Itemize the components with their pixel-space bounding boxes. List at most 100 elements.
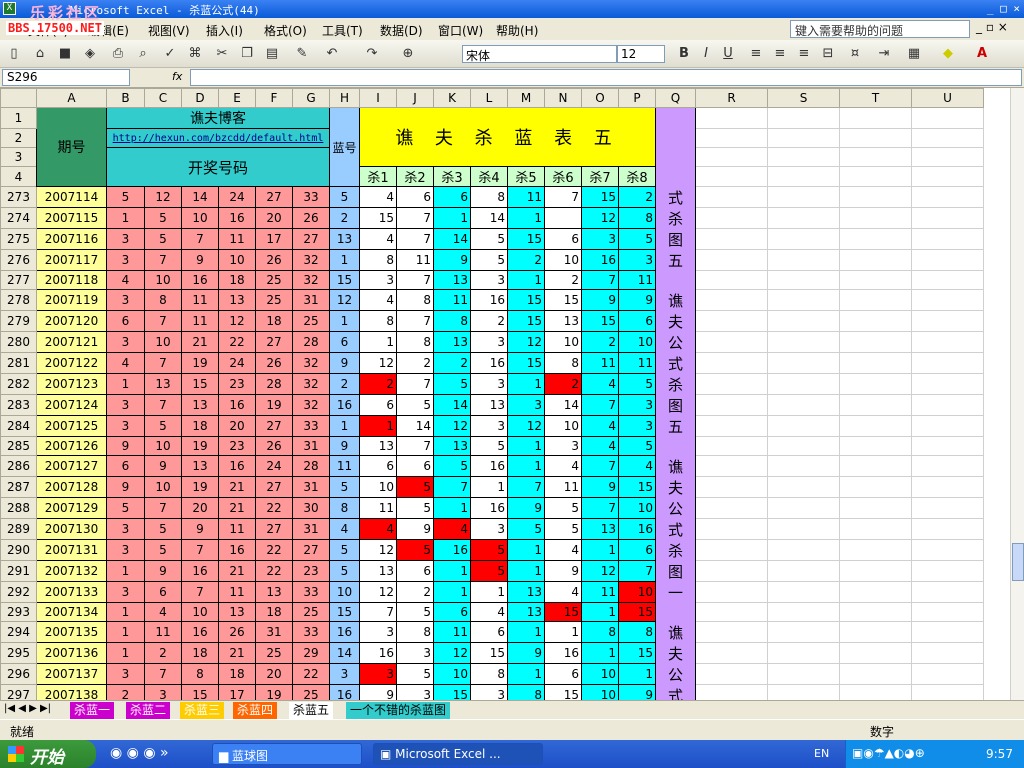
name-box[interactable]: S296 [2, 69, 130, 86]
red-ball-cell[interactable]: 25 [292, 602, 330, 622]
spell-icon[interactable]: ✓ [160, 44, 180, 64]
blue-ball-cell[interactable]: 15 [329, 270, 360, 290]
kill-cell[interactable]: 7 [396, 207, 434, 229]
new-icon[interactable]: ▯ [4, 44, 24, 64]
period-cell[interactable]: 2007118 [36, 270, 107, 290]
kill-cell[interactable]: 6 [433, 602, 471, 622]
kill-cell[interactable]: 2 [618, 186, 656, 208]
row-number[interactable]: 286 [0, 455, 37, 477]
red-ball-cell[interactable]: 2 [144, 642, 182, 664]
kill-cell[interactable]: 16 [544, 642, 582, 664]
kill-cell[interactable]: 9 [507, 497, 545, 519]
kill-cell[interactable]: 12 [359, 581, 397, 603]
kill-cell[interactable]: 10 [359, 476, 397, 498]
kill-cell[interactable]: 8 [433, 310, 471, 332]
empty-cell[interactable] [695, 270, 768, 290]
kill-cell[interactable]: 4 [359, 289, 397, 311]
formula-input[interactable] [190, 69, 1022, 86]
red-ball-cell[interactable]: 10 [181, 207, 219, 229]
kill-cell[interactable]: 7 [433, 476, 471, 498]
kill-cell[interactable]: 1 [507, 560, 545, 582]
period-cell[interactable]: 2007126 [36, 436, 107, 456]
red-ball-cell[interactable]: 9 [144, 560, 182, 582]
kill-cell[interactable]: 3 [470, 331, 508, 353]
kill-cell[interactable]: 3 [470, 415, 508, 437]
row-number[interactable]: 287 [0, 476, 37, 498]
row-number[interactable]: 278 [0, 289, 37, 311]
red-ball-cell[interactable]: 2 [106, 684, 145, 700]
kill-cell[interactable]: 8 [396, 289, 434, 311]
kill-cell[interactable]: 5 [396, 663, 434, 685]
red-ball-cell[interactable]: 32 [292, 249, 330, 271]
red-ball-cell[interactable]: 7 [181, 228, 219, 250]
red-ball-cell[interactable]: 3 [106, 394, 145, 416]
red-ball-cell[interactable]: 3 [106, 415, 145, 437]
kill-cell[interactable]: 15 [618, 476, 656, 498]
period-cell[interactable]: 2007138 [36, 684, 107, 700]
red-ball-cell[interactable]: 22 [292, 663, 330, 685]
kill-cell[interactable]: 15 [544, 602, 582, 622]
empty-cell[interactable] [911, 518, 984, 540]
blue-ball-cell[interactable]: 6 [329, 331, 360, 353]
kill-cell[interactable]: 3 [618, 394, 656, 416]
column-header[interactable]: Q [655, 88, 696, 108]
blue-ball-cell[interactable]: 14 [329, 642, 360, 664]
red-ball-cell[interactable]: 18 [181, 642, 219, 664]
kill-cell[interactable]: 3 [470, 518, 508, 540]
kill-cell[interactable]: 1 [544, 621, 582, 643]
red-ball-cell[interactable]: 13 [144, 373, 182, 395]
merge-center-icon[interactable]: ⊟ [818, 44, 838, 64]
kill-cell[interactable]: 12 [507, 415, 545, 437]
kill-cell[interactable]: 7 [396, 228, 434, 250]
kill-cell[interactable]: 8 [396, 621, 434, 643]
kill-cell[interactable]: 1 [618, 663, 656, 685]
empty-cell[interactable] [695, 166, 768, 187]
empty-cell[interactable] [695, 352, 768, 374]
red-ball-cell[interactable]: 31 [292, 436, 330, 456]
red-ball-cell[interactable]: 7 [144, 663, 182, 685]
empty-cell[interactable] [695, 310, 768, 332]
kill-cell[interactable]: 4 [618, 455, 656, 477]
kill-cell[interactable]: 15 [507, 289, 545, 311]
row-number[interactable]: 280 [0, 331, 37, 353]
kill-cell[interactable]: 16 [359, 642, 397, 664]
empty-cell[interactable] [839, 289, 912, 311]
empty-cell[interactable] [767, 270, 840, 290]
red-ball-cell[interactable]: 11 [218, 518, 256, 540]
column-header[interactable]: J [396, 88, 434, 108]
blue-ball-cell[interactable]: 16 [329, 621, 360, 643]
kill-cell[interactable]: 12 [507, 331, 545, 353]
menu-item-2[interactable]: 视图(V) [148, 22, 190, 39]
kill-cell[interactable]: 8 [470, 186, 508, 208]
column-header[interactable]: O [581, 88, 619, 108]
kill-cell[interactable]: 15 [618, 642, 656, 664]
row-number[interactable]: 291 [0, 560, 37, 582]
kill-cell[interactable]: 1 [433, 581, 471, 603]
empty-cell[interactable] [839, 497, 912, 519]
kill-cell[interactable]: 6 [359, 394, 397, 416]
kill-cell[interactable]: 5 [507, 518, 545, 540]
empty-cell[interactable] [839, 207, 912, 229]
cut-icon[interactable]: ✂ [212, 44, 232, 64]
kill-cell[interactable]: 3 [470, 270, 508, 290]
kill-cell[interactable]: 7 [581, 497, 619, 519]
kill-cell[interactable]: 14 [433, 394, 471, 416]
empty-cell[interactable] [767, 621, 840, 643]
empty-cell[interactable] [911, 684, 984, 700]
row-number[interactable]: 275 [0, 228, 37, 250]
red-ball-cell[interactable]: 22 [255, 497, 293, 519]
blue-ball-cell[interactable]: 2 [329, 373, 360, 395]
kill-cell[interactable]: 5 [470, 436, 508, 456]
blue-ball-cell[interactable]: 16 [329, 394, 360, 416]
kill-cell[interactable]: 9 [359, 684, 397, 700]
period-cell[interactable]: 2007137 [36, 663, 107, 685]
red-ball-cell[interactable]: 1 [106, 642, 145, 664]
empty-cell[interactable] [767, 581, 840, 603]
red-ball-cell[interactable]: 13 [255, 581, 293, 603]
empty-cell[interactable] [767, 249, 840, 271]
period-cell[interactable]: 2007116 [36, 228, 107, 250]
empty-cell[interactable] [839, 663, 912, 685]
red-ball-cell[interactable]: 7 [144, 394, 182, 416]
column-header[interactable]: L [470, 88, 508, 108]
red-ball-cell[interactable]: 6 [106, 455, 145, 477]
